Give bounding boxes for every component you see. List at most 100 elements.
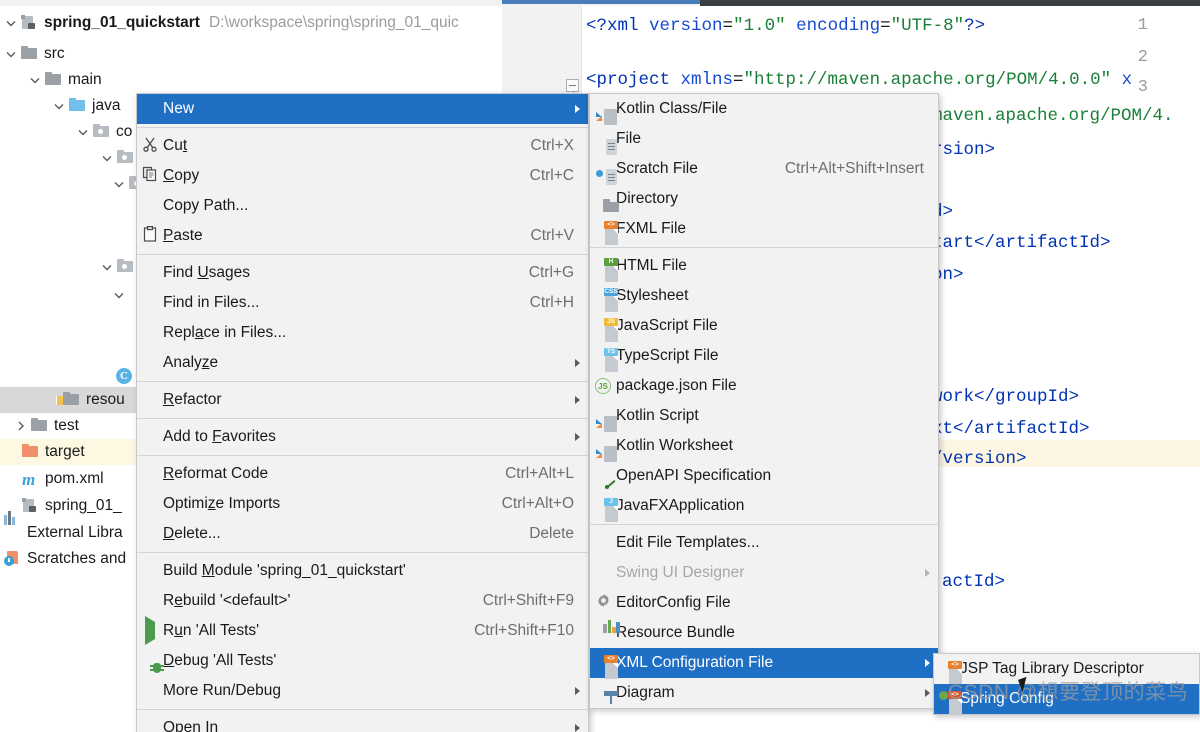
menu-item-stylesheet[interactable]: CSSStylesheet — [590, 281, 938, 311]
menu-item-shortcut: Ctrl+C — [530, 167, 578, 185]
menu-item-xml-configuration-file[interactable]: <>XML Configuration File — [590, 648, 938, 678]
submenu-arrow-icon — [575, 724, 580, 732]
code-token: version — [639, 16, 723, 36]
menu-item-javascript-file[interactable]: JSJavaScript File — [590, 311, 938, 341]
menu-item-shortcut: Ctrl+Alt+L — [505, 465, 578, 483]
menu-item-package-json-file[interactable]: JSpackage.json File — [590, 371, 938, 401]
menu-item-find-usages[interactable]: Find UsagesCtrl+G — [137, 258, 588, 288]
chevron-down-icon[interactable] — [76, 125, 90, 139]
package-icon — [117, 150, 134, 167]
menu-item-reformat-code[interactable]: Reformat CodeCtrl+Alt+L — [137, 459, 588, 489]
code-token: "http://maven.apache.org/POM/4.0.0" — [744, 70, 1112, 90]
menu-separator — [590, 247, 938, 248]
menu-item-debug-all-tests[interactable]: Debug 'All Tests' — [137, 646, 588, 676]
menu-item-rebuild-default[interactable]: Rebuild '<default>'Ctrl+Shift+F9 — [137, 586, 588, 616]
menu-item-fxml-file[interactable]: <>FXML File — [590, 214, 938, 244]
submenu-arrow-icon — [575, 359, 580, 367]
menu-item-copy[interactable]: CopyCtrl+C — [137, 161, 588, 191]
menu-item-diagram[interactable]: Diagram — [590, 678, 938, 708]
folder-gray-icon — [21, 46, 38, 63]
code-fragment: maven.apache.org/POM/4. — [932, 108, 1174, 126]
folder-gray-icon — [45, 72, 62, 89]
menu-item-analyze[interactable]: Analyze — [137, 348, 588, 378]
menu-item-typescript-file[interactable]: TSTypeScript File — [590, 341, 938, 371]
menu-separator — [137, 455, 588, 456]
menu-item-edit-file-templates[interactable]: Edit File Templates... — [590, 528, 938, 558]
menu-item-label: Kotlin Class/File — [616, 100, 928, 118]
new-submenu[interactable]: Kotlin Class/File FileScratch FileCtrl+Al… — [589, 93, 939, 709]
menu-item-copy-path[interactable]: Copy Path... — [137, 191, 588, 221]
menu-item-label: TypeScript File — [616, 347, 928, 365]
line-number: 3 — [1138, 78, 1148, 97]
project-path-label: D:\workspace\spring\spring_01_quic — [209, 14, 459, 32]
menu-item-paste[interactable]: PasteCtrl+V — [137, 221, 588, 251]
menu-item-label: Resource Bundle — [616, 624, 928, 642]
menu-item-replace-in-files[interactable]: Replace in Files... — [137, 318, 588, 348]
code-fragment: rsion> — [932, 142, 995, 160]
submenu-arrow-icon — [925, 689, 930, 697]
code-fold-toggle[interactable] — [566, 79, 579, 92]
menu-item-label: More Run/Debug — [163, 682, 578, 700]
menu-item-shortcut: Ctrl+V — [531, 227, 579, 245]
menu-item-cut[interactable]: CutCtrl+X — [137, 131, 588, 161]
menu-item-shortcut: Ctrl+Alt+Shift+Insert — [785, 160, 928, 178]
tree-row[interactable]: main — [0, 67, 502, 93]
menu-item-new[interactable]: New — [137, 94, 588, 124]
menu-item-build-module-spring-01-quickstart[interactable]: Build Module 'spring_01_quickstart' — [137, 556, 588, 586]
menu-item-javafxapplication[interactable]: JJavaFXApplication — [590, 491, 938, 521]
chevron-right-icon[interactable] — [14, 419, 28, 433]
menu-item-scratch-file[interactable]: Scratch FileCtrl+Alt+Shift+Insert — [590, 154, 938, 184]
menu-item-kotlin-class-file[interactable]: Kotlin Class/File — [590, 94, 938, 124]
menu-item-resource-bundle[interactable]: Resource Bundle — [590, 618, 938, 648]
folder-resources-icon — [63, 392, 80, 409]
chevron-down-icon[interactable] — [52, 99, 66, 113]
menu-item-kotlin-worksheet[interactable]: Kotlin Worksheet — [590, 431, 938, 461]
code-token: x — [1111, 70, 1132, 90]
menu-item-shortcut: Delete — [529, 525, 578, 543]
code-token: xml — [607, 16, 639, 36]
menu-item-file[interactable]: File — [590, 124, 938, 154]
tree-item-label: java — [92, 98, 120, 114]
menu-item-refactor[interactable]: Refactor — [137, 385, 588, 415]
menu-item-run-all-tests[interactable]: Run 'All Tests'Ctrl+Shift+F10 — [137, 616, 588, 646]
menu-item-find-in-files[interactable]: Find in Files...Ctrl+H — [137, 288, 588, 318]
menu-item-label: Copy Path... — [163, 197, 578, 215]
menu-item-label: Cut — [163, 137, 505, 155]
folder-orange-icon — [22, 444, 39, 461]
menu-item-more-run-debug[interactable]: More Run/Debug — [137, 676, 588, 706]
menu-item-kotlin-script[interactable]: Kotlin Script — [590, 401, 938, 431]
run-icon — [137, 622, 163, 640]
menu-item-html-file[interactable]: HHTML File — [590, 251, 938, 281]
menu-item-open-in[interactable]: Open In — [137, 713, 588, 732]
code-token: "UTF-8" — [891, 16, 965, 36]
menu-item-label: New — [163, 100, 578, 118]
code-line: <?xml version="1.0" encoding="UTF-8"?> — [586, 18, 985, 36]
chevron-down-icon[interactable] — [100, 151, 114, 165]
chevron-down-icon[interactable] — [100, 260, 114, 274]
tree-item-label: resou — [86, 392, 125, 408]
tree-item-label: main — [68, 72, 102, 88]
submenu-arrow-icon — [925, 659, 930, 667]
menu-item-label: Kotlin Worksheet — [616, 437, 928, 455]
menu-item-openapi-specification[interactable]: OpenAPI Specification — [590, 461, 938, 491]
menu-item-label: Optimize Imports — [163, 495, 476, 513]
menu-item-editorconfig-file[interactable]: EditorConfig File — [590, 588, 938, 618]
menu-item-delete[interactable]: Delete...Delete — [137, 519, 588, 549]
chevron-down-icon[interactable] — [4, 16, 18, 30]
gear-icon — [590, 593, 616, 613]
tree-row[interactable]: src — [0, 41, 502, 67]
chevron-down-icon[interactable] — [4, 47, 18, 61]
menu-item-add-to-favorites[interactable]: Add to Favorites — [137, 422, 588, 452]
context-menu[interactable]: New CutCtrl+XCopyCtrl+C Copy Path... PasteC… — [136, 93, 589, 732]
menu-item-label: Stylesheet — [616, 287, 928, 305]
tree-row[interactable]: spring_01_quickstart D:\workspace\spring… — [0, 10, 502, 36]
chevron-down-icon[interactable] — [112, 177, 126, 191]
menu-item-directory[interactable]: Directory — [590, 184, 938, 214]
menu-item-optimize-imports[interactable]: Optimize ImportsCtrl+Alt+O — [137, 489, 588, 519]
cut-icon — [137, 136, 163, 157]
chevron-down-icon[interactable] — [112, 288, 126, 302]
chevron-down-icon[interactable] — [28, 73, 42, 87]
tree-item-label: pom.xml — [45, 471, 104, 487]
copy-icon — [137, 166, 163, 187]
submenu-arrow-icon — [575, 105, 580, 113]
